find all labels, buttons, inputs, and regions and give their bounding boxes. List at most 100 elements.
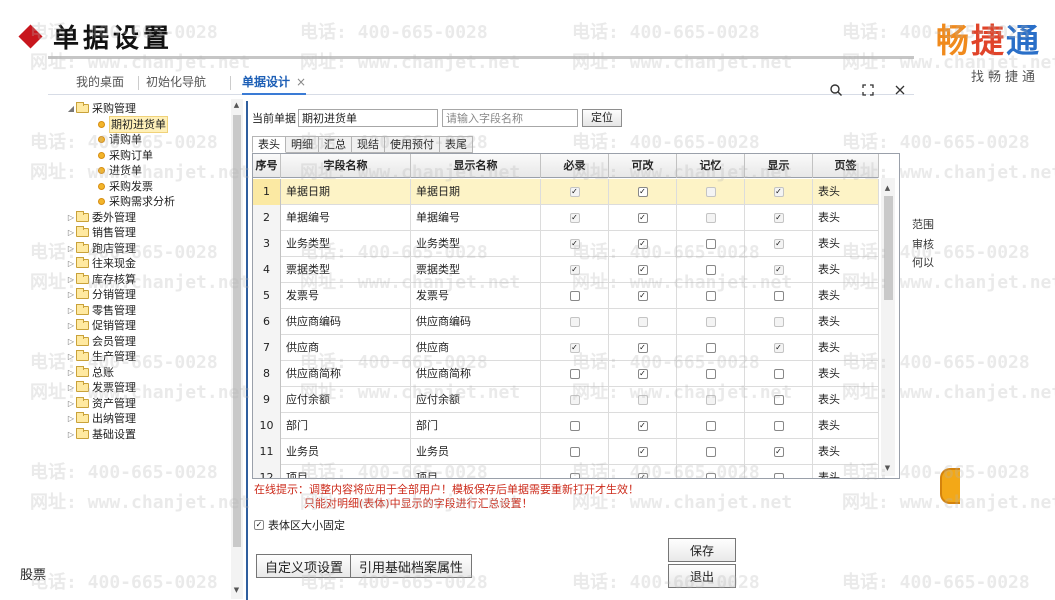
table-row[interactable]: 8 供应商简称 供应商简称 ✓ 表头	[253, 361, 879, 387]
tree-group[interactable]: ▷ 促销管理	[66, 318, 136, 333]
grid-checkbox[interactable]	[773, 291, 784, 301]
table-row[interactable]: 1 单据日期 单据日期 ✓ ✓ ✓ 表头	[253, 179, 879, 205]
collapsed-arrow-icon[interactable]: ▷	[66, 318, 76, 333]
text-cell[interactable]: 表头	[813, 309, 879, 335]
grid-scroll-thumb[interactable]	[884, 196, 893, 300]
scroll-down-icon[interactable]: ▼	[231, 586, 242, 594]
section-tab[interactable]: 表头	[252, 136, 286, 153]
scroll-up-icon[interactable]: ▲	[231, 101, 242, 109]
table-row[interactable]: 2 单据编号 单据编号 ✓ ✓ ✓ 表头	[253, 205, 879, 231]
tree-group[interactable]: ▷ 会员管理	[66, 334, 136, 349]
collapsed-arrow-icon[interactable]: ▷	[66, 349, 76, 364]
table-row[interactable]: 9 应付余额 应付余额 表头	[253, 387, 879, 413]
table-row[interactable]: 12 项目 项目 ✓ 表头	[253, 465, 879, 478]
fix-size-option[interactable]: ✓ 表体区大小固定	[254, 517, 345, 533]
table-row[interactable]: 5 发票号 发票号 ✓ 表头	[253, 283, 879, 309]
section-tab[interactable]: 表尾	[440, 136, 473, 153]
expanded-arrow-icon[interactable]: ◢	[66, 101, 76, 116]
tree-group[interactable]: ▷ 往来现金	[66, 256, 136, 271]
text-cell[interactable]: 应付余额	[411, 387, 541, 413]
collapsed-arrow-icon[interactable]: ▷	[66, 210, 76, 225]
text-cell[interactable]: 业务类型	[281, 231, 411, 257]
tree-leaf[interactable]: 采购订单	[98, 148, 153, 163]
collapsed-arrow-icon[interactable]: ▷	[66, 411, 76, 426]
collapsed-arrow-icon[interactable]: ▷	[66, 303, 76, 318]
tree-leaf[interactable]: 请购单	[98, 132, 142, 147]
text-cell[interactable]: 表头	[813, 283, 879, 309]
column-header[interactable]: 显示名称	[411, 154, 541, 178]
grid-scrollbar[interactable]: ▲ ▼	[881, 178, 895, 476]
scroll-up-icon[interactable]: ▲	[882, 184, 893, 192]
tree-group[interactable]: ▷ 分销管理	[66, 287, 136, 302]
tree-group[interactable]: ▷ 出纳管理	[66, 411, 136, 426]
grid-checkbox[interactable]	[773, 421, 784, 431]
tree-leaf[interactable]: 期初进货单	[98, 115, 168, 133]
collapsed-arrow-icon[interactable]: ▷	[66, 334, 76, 349]
text-cell[interactable]: 表头	[813, 257, 879, 283]
text-cell[interactable]: 业务员	[411, 439, 541, 465]
grid-checkbox[interactable]	[569, 291, 580, 301]
tab-form-design[interactable]: 单据设计 ×	[242, 71, 307, 95]
grid-checkbox[interactable]: ✓	[637, 239, 648, 249]
text-cell[interactable]: 单据编号	[411, 205, 541, 231]
tree-group[interactable]: ▷ 生产管理	[66, 349, 136, 364]
collapsed-arrow-icon[interactable]: ▷	[66, 380, 76, 395]
grid-checkbox[interactable]	[569, 369, 580, 379]
table-row[interactable]: 11 业务员 业务员 ✓ ✓ 表头	[253, 439, 879, 465]
grid-checkbox[interactable]	[569, 473, 580, 478]
grid-checkbox[interactable]	[569, 447, 580, 457]
scroll-down-icon[interactable]: ▼	[882, 464, 893, 472]
tree-leaf[interactable]: 采购需求分析	[98, 194, 175, 209]
grid-checkbox[interactable]: ✓	[637, 265, 648, 275]
section-tab[interactable]: 现结	[352, 136, 385, 153]
column-header[interactable]: 显示	[745, 154, 813, 178]
search-icon[interactable]	[822, 77, 850, 103]
text-cell[interactable]: 业务员	[281, 439, 411, 465]
collapsed-arrow-icon[interactable]: ▷	[66, 287, 76, 302]
grid-checkbox[interactable]: ✓	[637, 213, 648, 223]
tab-my-desktop[interactable]: 我的桌面	[76, 71, 124, 95]
text-cell[interactable]: 供应商编码	[411, 309, 541, 335]
collapsed-arrow-icon[interactable]: ▷	[66, 225, 76, 240]
column-header[interactable]: 序号	[253, 154, 281, 178]
tab-init-nav[interactable]: 初始化导航	[146, 71, 206, 95]
column-header[interactable]: 字段名称	[281, 154, 411, 178]
tree-group[interactable]: ▷ 跑店管理	[66, 241, 136, 256]
text-cell[interactable]: 表头	[813, 439, 879, 465]
collapsed-arrow-icon[interactable]: ▷	[66, 272, 76, 287]
collapsed-arrow-icon[interactable]: ▷	[66, 241, 76, 256]
text-cell[interactable]: 供应商简称	[411, 361, 541, 387]
text-cell[interactable]: 表头	[813, 465, 879, 478]
grid-checkbox[interactable]: ✓	[637, 421, 648, 431]
tree-leaf[interactable]: 采购发票	[98, 179, 153, 194]
section-tab[interactable]: 汇总	[319, 136, 352, 153]
grid-checkbox[interactable]	[705, 239, 716, 249]
grid-checkbox[interactable]	[569, 421, 580, 431]
grid-checkbox[interactable]	[773, 369, 784, 379]
current-form-input[interactable]	[298, 109, 438, 127]
collapsed-arrow-icon[interactable]: ▷	[66, 427, 76, 442]
tree-group[interactable]: ▷ 基础设置	[66, 427, 136, 442]
grid-checkbox[interactable]	[705, 343, 716, 353]
text-cell[interactable]: 单据日期	[281, 179, 411, 205]
text-cell[interactable]: 单据编号	[281, 205, 411, 231]
tree-group[interactable]: ▷ 委外管理	[66, 210, 136, 225]
close-icon[interactable]	[886, 77, 914, 103]
text-cell[interactable]: 表头	[813, 179, 879, 205]
fix-size-checkbox[interactable]: ✓	[254, 520, 264, 530]
tree-group[interactable]: ▷ 发票管理	[66, 380, 136, 395]
tab-close-icon[interactable]: ×	[296, 75, 306, 89]
custom-items-button[interactable]: 自定义项设置	[256, 554, 353, 578]
text-cell[interactable]: 表头	[813, 387, 879, 413]
table-row[interactable]: 6 供应商编码 供应商编码 表头	[253, 309, 879, 335]
collapsed-arrow-icon[interactable]: ▷	[66, 365, 76, 380]
text-cell[interactable]: 表头	[813, 231, 879, 257]
grid-checkbox[interactable]: ✓	[637, 369, 648, 379]
text-cell[interactable]: 单据日期	[411, 179, 541, 205]
collapsed-arrow-icon[interactable]: ▷	[66, 396, 76, 411]
grid-checkbox[interactable]: ✓	[637, 473, 648, 478]
text-cell[interactable]: 供应商	[281, 335, 411, 361]
table-row[interactable]: 4 票据类型 票据类型 ✓ ✓ ✓ 表头	[253, 257, 879, 283]
tree-group[interactable]: ▷ 库存核算	[66, 272, 136, 287]
column-header[interactable]: 必录	[541, 154, 609, 178]
